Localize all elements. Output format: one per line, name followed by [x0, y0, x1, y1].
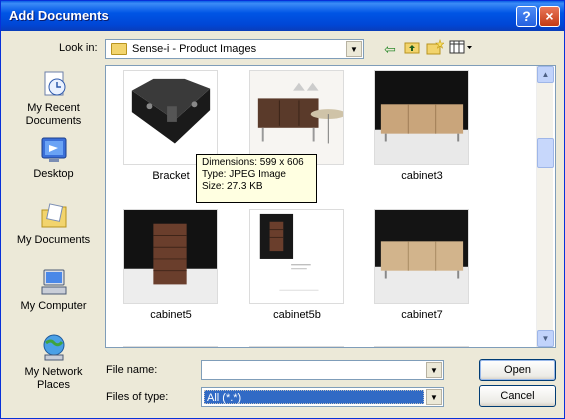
up-folder-icon[interactable]	[402, 39, 422, 59]
place-my-recent-documents[interactable]: My Recent Documents	[7, 69, 100, 128]
open-button[interactable]: Open	[479, 359, 556, 381]
cancel-button[interactable]: Cancel	[479, 385, 556, 407]
chevron-down-icon[interactable]: ▼	[426, 389, 442, 405]
thumbnail-cabinet7[interactable]	[374, 209, 469, 304]
title-bar[interactable]: Add Documents ? ×	[1, 1, 564, 31]
files-of-type-value: All (*.*)	[204, 390, 424, 404]
place-label: My Documents	[16, 234, 91, 246]
places-bar: My Recent Documents Desktop My Documents…	[7, 65, 100, 399]
recent-documents-icon	[39, 69, 69, 99]
window-title: Add Documents	[9, 8, 109, 23]
add-documents-dialog: Add Documents ? × Look in: Sense-i - Pro…	[0, 0, 565, 419]
chevron-down-icon[interactable]: ▼	[346, 41, 362, 57]
network-places-icon	[39, 333, 69, 363]
tooltip-dimensions: Dimensions: 599 x 606	[202, 157, 304, 168]
tooltip-type: Type: JPEG Image	[202, 169, 286, 180]
place-my-computer[interactable]: My Computer	[7, 267, 100, 313]
new-folder-icon[interactable]	[425, 39, 445, 59]
my-computer-icon	[39, 267, 69, 297]
close-button[interactable]: ×	[539, 6, 560, 27]
tooltip-size: Size: 27.3 KB	[202, 181, 263, 192]
file-name-label: File name:	[106, 364, 158, 376]
place-label: My Network Places	[24, 366, 83, 391]
scroll-up-button[interactable]: ▲	[537, 66, 554, 83]
scroll-down-button[interactable]: ▼	[537, 330, 554, 347]
desktop-icon	[39, 135, 69, 165]
thumbnail-cabinet3[interactable]	[374, 70, 469, 165]
place-label: My Computer	[20, 300, 87, 312]
file-list[interactable]: Bracket cabinet3 cabinet5 cabinet5b cabi…	[105, 65, 556, 348]
file-name-cabinet5b: cabinet5b	[273, 309, 321, 321]
thumbnail-partial[interactable]	[123, 346, 218, 347]
file-name-cabinet5: cabinet5	[150, 309, 192, 321]
file-name-cabinet3: cabinet3	[401, 170, 443, 182]
look-in-label: Look in:	[59, 42, 98, 54]
thumbnail-cabinet5[interactable]	[123, 209, 218, 304]
place-desktop[interactable]: Desktop	[7, 135, 100, 181]
thumbnail-partial[interactable]	[249, 346, 344, 347]
files-of-type-dropdown[interactable]: All (*.*) ▼	[201, 387, 444, 407]
files-of-type-label: Files of type:	[106, 391, 169, 403]
scroll-thumb[interactable]	[537, 138, 554, 168]
look-in-dropdown[interactable]: Sense-i - Product Images ▼	[105, 39, 364, 59]
folder-icon	[111, 43, 127, 55]
place-my-network-places[interactable]: My Network Places	[7, 333, 100, 392]
file-info-tooltip: Dimensions: 599 x 606 Type: JPEG Image S…	[196, 154, 317, 203]
file-name-cabinet7: cabinet7	[401, 309, 443, 321]
thumbnail-sideboard[interactable]	[249, 70, 344, 165]
vertical-scrollbar[interactable]: ▲ ▼	[536, 66, 554, 347]
views-menu-icon[interactable]	[448, 39, 474, 59]
place-my-documents[interactable]: My Documents	[7, 201, 100, 247]
back-icon[interactable]: ⇦	[380, 39, 400, 59]
help-button[interactable]: ?	[516, 6, 537, 27]
thumbnail-partial[interactable]	[374, 346, 469, 347]
place-label: My Recent Documents	[25, 102, 82, 127]
my-documents-icon	[39, 201, 69, 231]
thumbnail-cabinet5b[interactable]	[249, 209, 344, 304]
chevron-down-icon[interactable]: ▼	[426, 362, 442, 378]
thumbnail-bracket[interactable]	[123, 70, 218, 165]
look-in-value: Sense-i - Product Images	[132, 43, 257, 55]
file-name-input[interactable]: ▼	[201, 360, 444, 380]
place-label: Desktop	[33, 168, 74, 180]
